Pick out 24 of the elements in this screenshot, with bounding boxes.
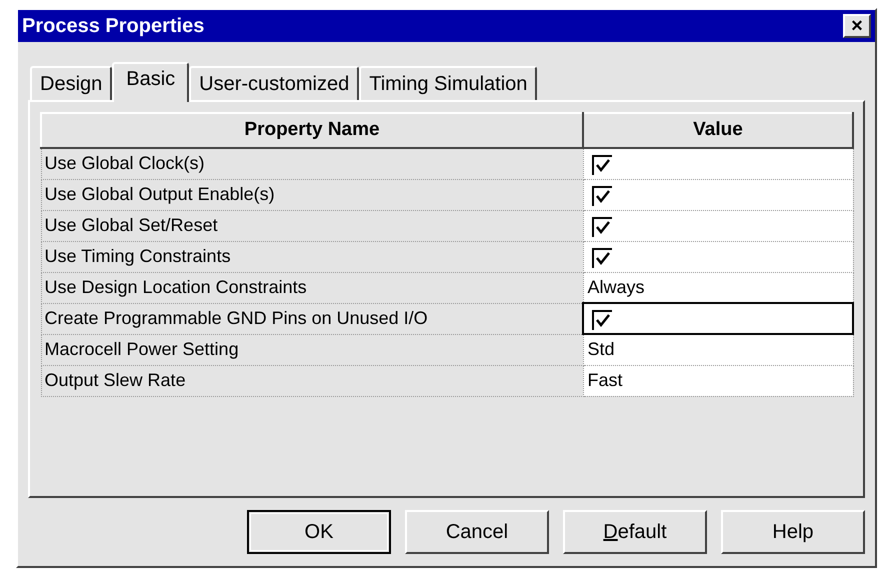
tab[interactable]: User-customized bbox=[189, 66, 360, 100]
property-name-cell: Use Design Location Constraints bbox=[41, 272, 583, 303]
property-name-cell: Use Global Output Enable(s) bbox=[41, 179, 583, 210]
property-name-cell: Use Global Set/Reset bbox=[41, 210, 583, 241]
property-name-cell: Output Slew Rate bbox=[41, 365, 583, 396]
window-title: Process Properties bbox=[22, 14, 204, 39]
tab[interactable]: Basic bbox=[112, 62, 190, 102]
dialog-button[interactable]: OK bbox=[247, 510, 391, 554]
property-name-cell: Macrocell Power Setting bbox=[41, 334, 583, 365]
property-name-cell: Use Global Clock(s) bbox=[41, 148, 583, 179]
tab[interactable]: Timing Simulation bbox=[359, 66, 538, 100]
dialog-button[interactable]: Cancel bbox=[405, 510, 549, 554]
close-button[interactable]: × bbox=[843, 14, 871, 38]
value-cell[interactable]: Fast bbox=[583, 365, 853, 396]
property-name-cell: Use Timing Constraints bbox=[41, 241, 583, 272]
column-header[interactable]: Property Name bbox=[41, 113, 583, 148]
dialog-button[interactable]: Default bbox=[563, 510, 707, 554]
value-cell[interactable]: Std bbox=[583, 334, 853, 365]
value-cell[interactable]: Always bbox=[583, 272, 853, 303]
column-header[interactable]: Value bbox=[583, 113, 853, 148]
dialog-button[interactable]: Help bbox=[721, 510, 865, 554]
checkbox[interactable] bbox=[592, 310, 612, 330]
property-name-cell: Create Programmable GND Pins on Unused I/O bbox=[41, 303, 583, 334]
tab[interactable]: Design bbox=[30, 66, 112, 100]
